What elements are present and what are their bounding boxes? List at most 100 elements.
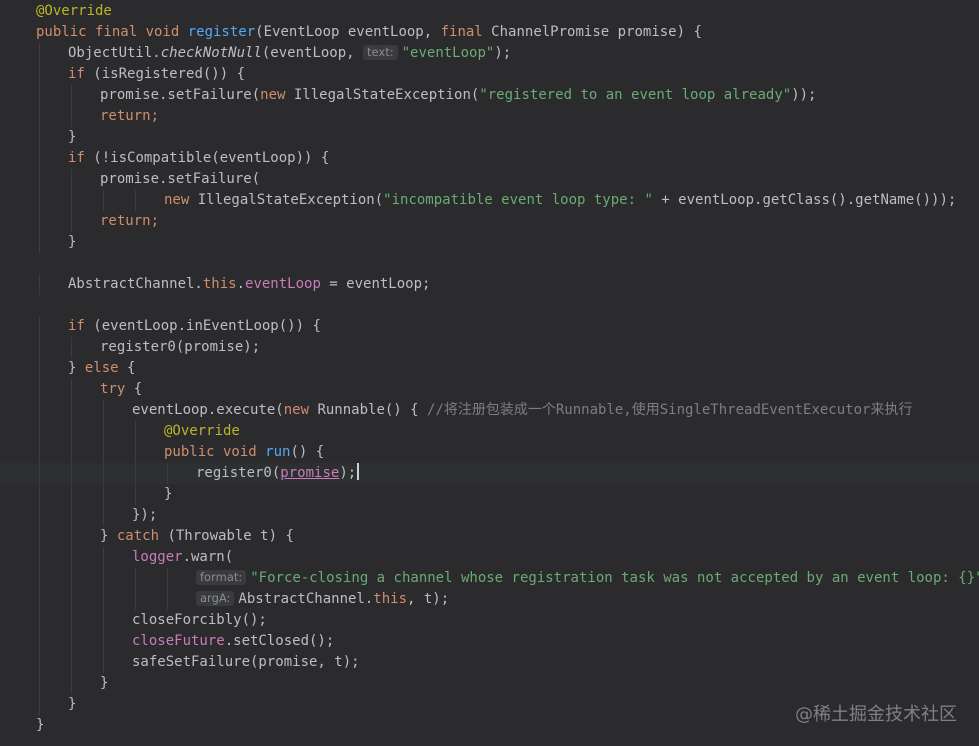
code-line[interactable]: if (!isCompatible(eventLoop)) { (0, 148, 979, 169)
indent-guide (39, 190, 40, 211)
code-line[interactable]: } (0, 673, 979, 694)
code-line[interactable]: AbstractChannel.this.eventLoop = eventLo… (0, 274, 979, 295)
code-token: ); (494, 45, 512, 61)
code-token: , t); (407, 591, 450, 607)
code-line[interactable]: return; (0, 106, 979, 127)
indent-guide (71, 421, 72, 442)
code-token: new (260, 87, 294, 103)
code-token: (eventLoop, (261, 45, 364, 61)
code-token: @Override (36, 3, 112, 19)
indent-guide (71, 442, 72, 463)
indent-guide (39, 631, 40, 652)
code-token: "eventLoop" (401, 45, 495, 61)
code-token: if (68, 66, 94, 82)
indent-guide (167, 568, 168, 589)
code-token: } (68, 129, 77, 145)
code-line[interactable]: return; (0, 211, 979, 232)
code-line[interactable]: promise.setFailure( (0, 169, 979, 190)
code-token: eventLoop.execute( (132, 402, 284, 418)
code-line[interactable] (0, 253, 979, 274)
code-line[interactable]: register0(promise); (0, 337, 979, 358)
code-line[interactable]: logger.warn( (0, 547, 979, 568)
code-line[interactable]: argA: AbstractChannel.this, t); (0, 589, 979, 610)
code-line[interactable]: register0(promise); (0, 463, 979, 484)
indent-guide (39, 64, 40, 85)
code-line[interactable]: } (0, 232, 979, 253)
code-line[interactable]: if (eventLoop.inEventLoop()) { (0, 316, 979, 337)
code-token: IllegalStateException( (293, 87, 480, 103)
code-token: this (373, 591, 407, 607)
code-token: "incompatible event loop type: " (383, 192, 653, 208)
indent-guide (39, 421, 40, 442)
code-line[interactable] (0, 295, 979, 316)
watermark: @稀土掘金技术社区 (795, 704, 957, 725)
code-line[interactable]: closeFuture.setClosed(); (0, 631, 979, 652)
indent-guide (71, 631, 72, 652)
parameter-hint: text: (363, 45, 398, 60)
code-line[interactable]: ObjectUtil.checkNotNull(eventLoop, text:… (0, 43, 979, 64)
code-editor[interactable]: @Override public final void register(Even… (0, 0, 979, 746)
code-token: () { (290, 444, 325, 460)
indent-guide (39, 568, 40, 589)
indent-guide (103, 442, 104, 463)
indent-guide (103, 463, 104, 484)
code-token: } (164, 486, 173, 502)
code-token: try (100, 381, 134, 397)
code-token: final (440, 24, 492, 40)
code-line[interactable]: public final void register(EventLoop eve… (0, 22, 979, 43)
indent-guide (71, 400, 72, 421)
code-line[interactable]: } catch (Throwable t) { (0, 526, 979, 547)
indent-guide (71, 547, 72, 568)
indent-guide (71, 589, 72, 610)
indent-guide (39, 547, 40, 568)
indent-guide (103, 589, 104, 610)
code-line[interactable]: } (0, 127, 979, 148)
code-line[interactable]: new IllegalStateException("incompatible … (0, 190, 979, 211)
code-line[interactable]: if (isRegistered()) { (0, 64, 979, 85)
code-token: }); (132, 507, 158, 523)
code-line[interactable]: safeSetFailure(promise, t); (0, 652, 979, 673)
indent-guide (71, 652, 72, 673)
code-token: register0(promise); (100, 339, 261, 355)
code-token: register (187, 24, 256, 40)
code-token: IllegalStateException( (197, 192, 384, 208)
indent-guide (39, 148, 40, 169)
code-line[interactable]: public void run() { (0, 442, 979, 463)
code-token: new (164, 192, 198, 208)
code-token: promise.setFailure( (100, 87, 261, 103)
code-token: public void (164, 444, 266, 460)
code-line[interactable]: closeForcibly(); (0, 610, 979, 631)
code-token: @Override (164, 423, 240, 439)
code-line[interactable]: eventLoop.execute(new Runnable() { //将注册… (0, 400, 979, 421)
code-token: + eventLoop.getClass().getName())); (652, 192, 957, 208)
code-token: (EventLoop eventLoop, (255, 24, 441, 40)
indent-guide (71, 505, 72, 526)
code-line[interactable]: } else { (0, 358, 979, 379)
indent-guide (71, 568, 72, 589)
indent-guide (39, 652, 40, 673)
indent-guide (39, 232, 40, 253)
code-line[interactable]: @Override (0, 1, 979, 22)
code-token: ObjectUtil. (68, 45, 161, 61)
code-line[interactable]: }); (0, 505, 979, 526)
text-caret (357, 463, 360, 480)
code-line[interactable]: try { (0, 379, 979, 400)
indent-guide (71, 610, 72, 631)
code-token: new (283, 402, 318, 418)
indent-guide (39, 211, 40, 232)
code-token: register0( (196, 465, 281, 481)
indent-guide (39, 127, 40, 148)
code-line[interactable]: promise.setFailure(new IllegalStateExcep… (0, 85, 979, 106)
code-token: logger (132, 549, 183, 565)
indent-guide (103, 610, 104, 631)
code-line[interactable]: } (0, 484, 979, 505)
code-line[interactable]: @Override (0, 421, 979, 442)
indent-guide (39, 673, 40, 694)
indent-guide (39, 169, 40, 190)
indent-guide (135, 568, 136, 589)
code-token: . (236, 276, 246, 292)
code-line[interactable]: format: "Force-closing a channel whose re… (0, 568, 979, 589)
code-token: "Force-closing a channel whose registrat… (250, 570, 979, 586)
indent-guide (71, 106, 72, 127)
code-token: = eventLoop; (320, 276, 431, 292)
